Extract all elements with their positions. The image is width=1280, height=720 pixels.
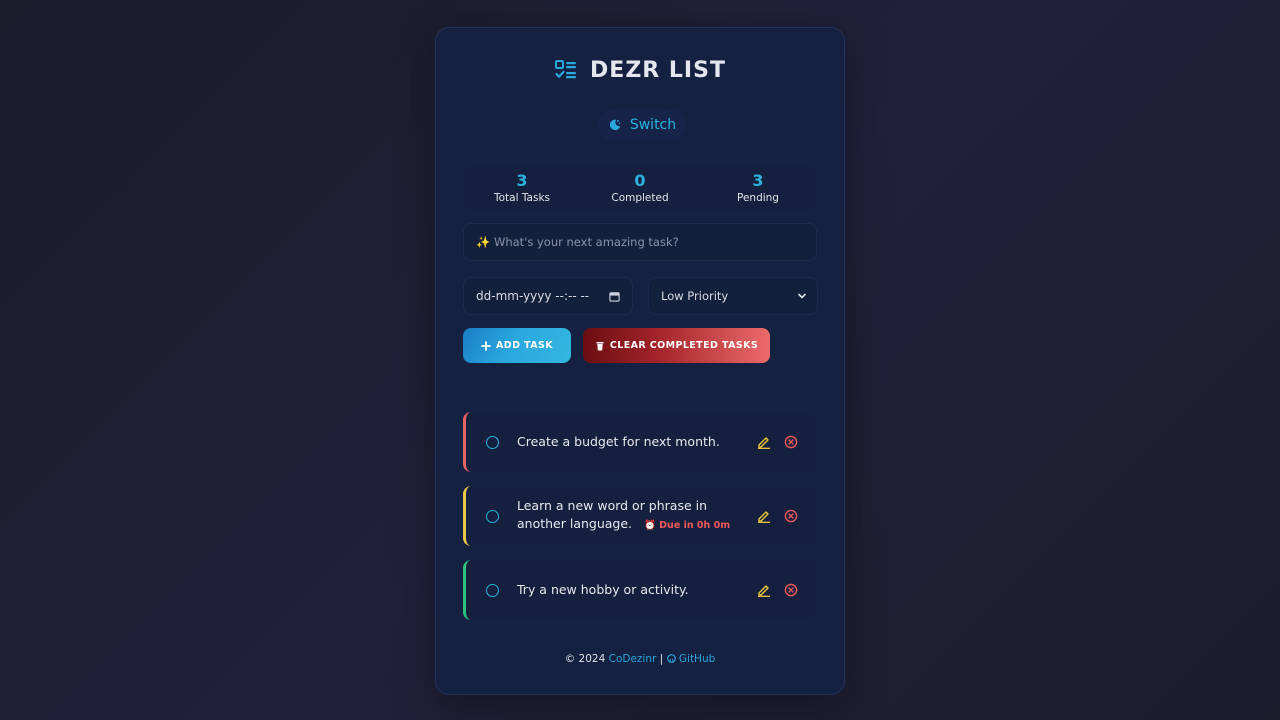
footer-separator: | [659, 653, 664, 665]
due-text: Due in 0h 0m [659, 520, 731, 531]
add-task-button[interactable]: ADD TASK [463, 328, 571, 363]
task-checkbox[interactable] [486, 435, 499, 449]
stat-label: Total Tasks [494, 192, 550, 204]
chevron-down-icon [798, 293, 806, 299]
task-text: Try a new hobby or activity. [517, 581, 737, 599]
calendar-icon[interactable] [609, 291, 620, 302]
stat-value: 3 [752, 171, 764, 190]
theme-switch-button[interactable]: Switch [598, 109, 686, 141]
due-date-input[interactable]: dd-mm-yyyy --:-- -- [463, 277, 633, 315]
due-badge: ⏰ Due in 0h 0m [644, 520, 730, 531]
stat-label: Pending [737, 192, 779, 204]
edit-icon[interactable] [757, 583, 771, 597]
task-text: Learn a new word or phrase in another la… [517, 497, 737, 535]
task-checkbox[interactable] [486, 509, 499, 523]
stat-total: 3 Total Tasks [467, 171, 577, 205]
task-list: Create a budget for next month. Learn a … [463, 412, 817, 634]
task-title: Create a budget for next month. [517, 434, 720, 449]
app-title: DEZR LIST [590, 58, 726, 83]
theme-switch-label: Switch [629, 117, 677, 133]
plus-icon [481, 340, 491, 351]
trash-icon [596, 341, 604, 350]
clear-completed-button[interactable]: CLEAR COMPLETED TASKS [583, 328, 770, 363]
priority-selected-value: Low Priority [661, 289, 729, 303]
github-link[interactable]: GitHub [666, 653, 716, 665]
delete-icon[interactable] [784, 435, 798, 449]
delete-icon[interactable] [784, 583, 798, 597]
clear-completed-label: CLEAR COMPLETED TASKS [609, 340, 759, 351]
priority-select[interactable]: Low Priority [648, 277, 818, 315]
app-header: DEZR LIST [436, 58, 844, 83]
author-link[interactable]: CoDezinr [609, 653, 657, 665]
edit-icon[interactable] [757, 435, 771, 449]
date-placeholder: dd-mm-yyyy --:-- -- [476, 289, 590, 303]
task-item: Learn a new word or phrase in another la… [463, 486, 817, 546]
github-icon [666, 654, 676, 663]
footer: © 2024 CoDezinr | GitHub [436, 653, 844, 665]
stat-value: 3 [516, 171, 528, 190]
copyright-text: © 2024 [564, 653, 606, 665]
task-input[interactable] [463, 223, 817, 261]
stat-completed: 0 Completed [585, 171, 695, 205]
task-title: Try a new hobby or activity. [517, 582, 689, 597]
task-text: Create a budget for next month. [517, 433, 737, 451]
stat-value: 0 [634, 171, 646, 190]
task-item: Create a budget for next month. [463, 412, 817, 472]
todo-card: DEZR LIST Switch 3 Total Tasks 0 Complet… [435, 27, 845, 695]
stats-panel: 3 Total Tasks 0 Completed 3 Pending [463, 164, 817, 212]
moon-icon [609, 119, 621, 131]
delete-icon[interactable] [784, 509, 798, 523]
task-checkbox[interactable] [486, 583, 499, 597]
github-label: GitHub [678, 653, 716, 665]
checklist-icon [555, 59, 577, 78]
edit-icon[interactable] [757, 509, 771, 523]
alarm-clock-icon: ⏰ [644, 520, 656, 531]
stat-pending: 3 Pending [703, 171, 813, 205]
task-item: Try a new hobby or activity. [463, 560, 817, 620]
add-task-label: ADD TASK [496, 340, 553, 351]
stat-label: Completed [611, 192, 669, 204]
